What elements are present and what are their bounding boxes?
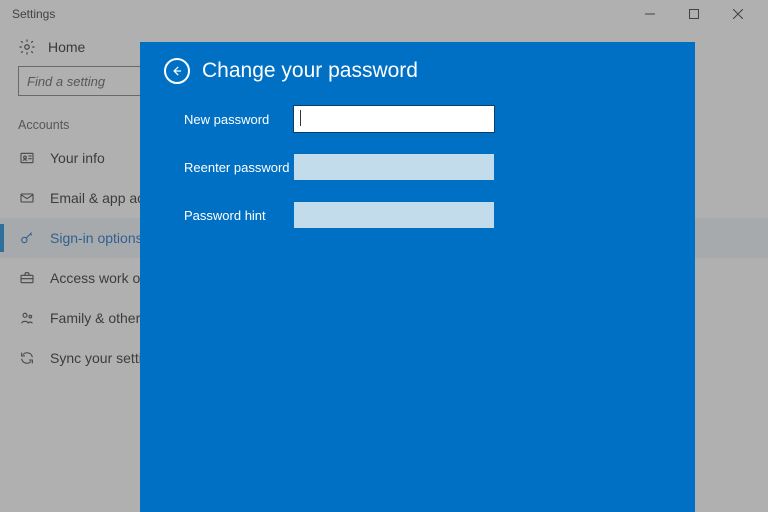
change-password-panel: Change your password New password Reente… [140,42,695,512]
text-caret [300,110,301,126]
password-hint-input[interactable] [294,202,494,228]
new-password-input[interactable] [294,106,494,132]
panel-title: Change your password [202,59,418,83]
reenter-password-input[interactable] [294,154,494,180]
back-button[interactable] [164,58,190,84]
password-hint-label: Password hint [164,208,294,223]
reenter-password-label: Reenter password [164,160,294,175]
new-password-label: New password [164,112,294,127]
